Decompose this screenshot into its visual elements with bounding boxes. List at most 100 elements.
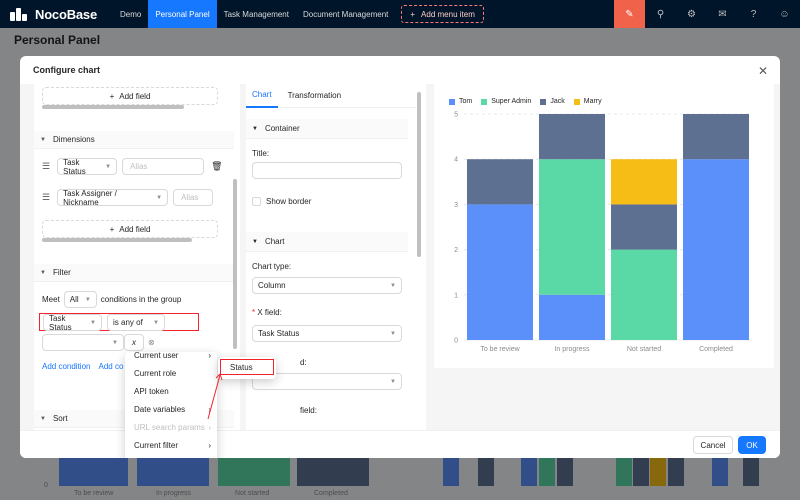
show-border-label: Show border	[266, 197, 312, 206]
modal-body: + Add field ▼ Dimensions ☰ Task Status ▼ Al…	[20, 84, 780, 458]
variable-menu-item-label: URL search params	[134, 422, 205, 432]
submenu-item-status[interactable]: Status	[220, 359, 274, 375]
variable-menu-item[interactable]: API token	[125, 382, 217, 400]
legend-swatch	[481, 98, 488, 105]
legend-item[interactable]: Tom	[449, 98, 472, 105]
drag-handle-icon[interactable]: ☰	[42, 192, 50, 203]
filter-field-select[interactable]: Task Status ▼	[43, 313, 102, 332]
user-icon[interactable]: ☺	[769, 0, 800, 28]
meet-select[interactable]: All ▼	[63, 291, 97, 308]
sort-title: Sort	[52, 414, 68, 423]
vertical-scrollbar[interactable]	[233, 179, 237, 349]
dimensions-title: Dimensions	[52, 135, 95, 144]
title-input[interactable]	[252, 162, 402, 179]
chart-legend: Tom Super Admin Jack Marry	[449, 98, 611, 105]
modal-title: Configure chart	[33, 65, 101, 75]
dimension-field-select[interactable]: Task Status ▼	[57, 158, 118, 176]
chart-bar[interactable]	[467, 159, 533, 205]
filter-section-header[interactable]: ▼ Filter	[34, 264, 234, 282]
chart-preview-panel: Tom Super Admin Jack Marry 0 1 2 3 4 5 To be revi…	[434, 84, 774, 368]
alias-input[interactable]: Alias	[122, 158, 205, 175]
mail-icon[interactable]: ✉	[707, 0, 738, 28]
arrow-annotation	[207, 373, 223, 420]
variable-menu-item[interactable]: Current user ›	[125, 346, 217, 364]
chevron-down-icon: ▼	[84, 296, 91, 303]
legend-swatch	[573, 98, 580, 105]
filter-meet-row: Meet All ▼ conditions in the group	[42, 291, 181, 308]
filter-field-value: Task Status	[49, 313, 72, 332]
variable-menu-item[interactable]: Date variables ›	[125, 400, 217, 418]
chart-type-value: Column	[258, 281, 286, 290]
cancel-button[interactable]: Cancel	[693, 436, 733, 454]
menu-item-personal-panel[interactable]: Personal Panel	[148, 0, 217, 28]
drag-handle-icon[interactable]: ☰	[42, 161, 50, 172]
add-menu-item-button[interactable]: + Add menu item	[401, 5, 484, 23]
add-field-button[interactable]: + Add field	[42, 87, 218, 105]
chart-bar[interactable]	[539, 114, 605, 160]
x-field-select[interactable]: Task Status ▼	[252, 325, 402, 342]
config-tabs: Chart Transformation	[246, 84, 416, 108]
legend-item[interactable]: Marry	[573, 98, 602, 105]
meet-value: All	[69, 295, 79, 304]
chart-bar[interactable]	[539, 294, 605, 340]
dimensions-section-header[interactable]: ▼ Dimensions	[34, 131, 234, 149]
settings-icon[interactable]: ⚙	[676, 0, 707, 28]
chart-bar[interactable]	[611, 204, 677, 250]
filter-operator-select[interactable]: is any of ▼	[107, 314, 165, 331]
y-field-label: d:	[300, 358, 307, 367]
show-border-row: Show border	[252, 197, 311, 206]
menu-item-task-management[interactable]: Task Management	[217, 0, 296, 28]
chart-bar[interactable]	[611, 249, 677, 340]
variable-menu-item[interactable]: Current filter ›	[125, 436, 217, 454]
chart-bar[interactable]	[467, 204, 533, 340]
chart-bar[interactable]	[539, 159, 605, 295]
dimension-row: ☰ Task Assigner / Nickname ▼ Alias	[42, 189, 214, 207]
chart-type-select[interactable]: Column ▼	[252, 277, 402, 294]
legend-item[interactable]: Super Admin	[481, 98, 531, 105]
chart-section-header[interactable]: ▼ Chart	[246, 232, 408, 252]
add-condition-link[interactable]: Add condition	[42, 362, 90, 371]
x-field-label: * X field:	[252, 308, 282, 317]
menu-item-document-management[interactable]: Document Management	[296, 0, 395, 28]
variable-menu-item[interactable]: URL search params ›	[125, 418, 217, 436]
menu-item-demo[interactable]: Demo	[113, 0, 148, 28]
chevron-down-icon: ▼	[105, 163, 112, 170]
chevron-right-icon: ›	[208, 350, 211, 360]
dimension-field-select[interactable]: Task Assigner / Nickname ▼	[57, 189, 169, 207]
vertical-scrollbar[interactable]	[417, 92, 421, 257]
ok-button[interactable]: OK	[738, 436, 766, 454]
filter-value-select[interactable]: ▼	[42, 334, 124, 351]
chart-bar[interactable]	[683, 114, 749, 160]
chart-bar[interactable]	[683, 159, 749, 340]
x-tick-label: Not started	[627, 346, 661, 353]
add-condition-group-link[interactable]: Add co	[98, 362, 123, 371]
meet-suffix: conditions in the group	[100, 295, 182, 304]
tab-chart[interactable]: Chart	[246, 84, 278, 108]
app-logo[interactable]: NocoBase	[0, 7, 113, 22]
add-dimension-button[interactable]: + Add field	[42, 220, 218, 238]
help-icon[interactable]: ?	[738, 0, 769, 28]
plugin-icon[interactable]: ⚲	[645, 0, 676, 28]
horizontal-scrollbar[interactable]	[42, 105, 184, 109]
variable-menu-item[interactable]: Current role	[125, 364, 217, 382]
alias-input[interactable]: Alias	[173, 189, 214, 206]
close-icon[interactable]: ✕	[758, 64, 768, 78]
legend-swatch	[540, 98, 547, 105]
x-tick-label: Completed	[699, 346, 733, 353]
variable-menu-item-label: Current user	[134, 350, 179, 360]
chevron-down-icon: ▼	[40, 136, 46, 143]
tab-transformation[interactable]: Transformation	[282, 84, 348, 108]
chart-bar[interactable]	[611, 159, 677, 205]
series-field-label: field:	[300, 406, 317, 415]
configure-chart-modal: Configure chart ✕ + Add field ▼ Dimensions…	[20, 56, 780, 458]
meet-label: Meet	[42, 295, 60, 304]
highlight-icon[interactable]: ✎	[614, 0, 645, 28]
legend-item[interactable]: Jack	[540, 98, 565, 105]
delete-icon[interactable]: 🗑	[211, 161, 222, 172]
chevron-down-icon: ▼	[390, 378, 396, 385]
container-section-header[interactable]: ▼ Container	[246, 119, 408, 139]
chevron-right-icon: ›	[208, 422, 211, 432]
show-border-checkbox[interactable]	[252, 197, 261, 206]
variables-submenu: Status	[218, 357, 276, 379]
horizontal-scrollbar[interactable]	[42, 238, 192, 242]
